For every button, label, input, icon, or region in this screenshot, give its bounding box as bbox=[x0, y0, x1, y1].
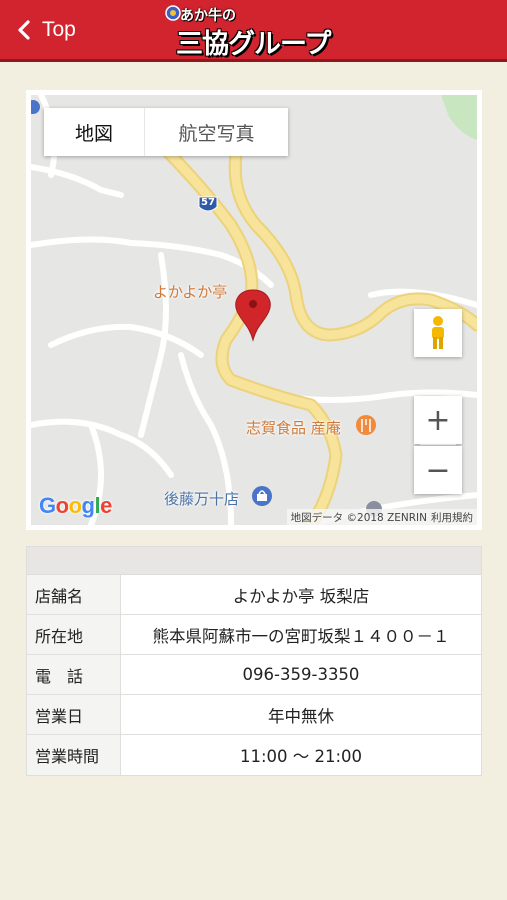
row-key: 営業時間 bbox=[27, 735, 121, 775]
zoom-in-button[interactable]: + bbox=[414, 396, 462, 444]
poi-food-label[interactable]: 志賀食品 産庵 bbox=[246, 417, 341, 438]
row-value: よかよか亭 坂梨店 bbox=[232, 586, 370, 606]
table-row-open-days: 営業日 年中無休 bbox=[27, 695, 481, 735]
table-row-phone: 電 話 096-359-3350 bbox=[27, 655, 481, 695]
plus-icon: + bbox=[425, 402, 451, 438]
map-type-control: 地図 航空写真 bbox=[44, 108, 288, 156]
brand-logo: あか牛の 三協グループ bbox=[160, 2, 350, 60]
google-logo[interactable]: Google bbox=[39, 493, 112, 519]
back-button[interactable]: Top bbox=[14, 12, 76, 48]
row-value: 年中無休 bbox=[268, 706, 334, 726]
restaurant-icon bbox=[356, 415, 376, 435]
phone-link[interactable]: 096-359-3350 bbox=[121, 655, 481, 694]
store-info-table: 店舗名 よかよか亭 坂梨店 所在地 熊本県阿蘇市一の宮町坂梨１４００－１ 電 話… bbox=[26, 546, 482, 776]
table-row-address: 所在地 熊本県阿蘇市一の宮町坂梨１４００－１ bbox=[27, 615, 481, 655]
pegman-icon bbox=[432, 316, 444, 349]
row-key: 電 話 bbox=[27, 655, 121, 694]
back-label: Top bbox=[42, 18, 76, 41]
map-attribution: 地図データ ©2018 ZENRIN 利用規約 bbox=[286, 509, 477, 525]
map-type-map-button[interactable]: 地図 bbox=[44, 108, 145, 156]
row-key: 店舗名 bbox=[27, 575, 121, 614]
row-value: 熊本県阿蘇市一の宮町坂梨１４００－１ bbox=[152, 626, 450, 646]
map-type-satellite-button[interactable]: 航空写真 bbox=[145, 108, 288, 156]
poi-shop-label[interactable]: 後藤万十店 bbox=[164, 488, 239, 509]
zoom-out-button[interactable]: − bbox=[414, 446, 462, 494]
attribution-text: 地図データ ©2018 ZENRIN bbox=[290, 512, 427, 524]
map-marker-icon bbox=[235, 289, 271, 342]
row-key: 所在地 bbox=[27, 615, 121, 654]
table-row-hours: 営業時間 11:00 〜 21:00 bbox=[27, 735, 481, 775]
zoom-divider bbox=[420, 444, 456, 445]
route-number: 57 bbox=[201, 197, 215, 208]
shopping-icon bbox=[252, 486, 272, 506]
table-row-name: 店舗名 よかよか亭 坂梨店 bbox=[27, 575, 481, 615]
map-roads bbox=[31, 95, 477, 525]
map-card: 57 地図 航空写真 よかよか亭 志賀食品 産庵 後藤万十店 + − Googl… bbox=[26, 90, 482, 530]
marker-label: よかよか亭 bbox=[153, 283, 228, 301]
logo-title: 三協グループ bbox=[176, 29, 331, 60]
chevron-left-icon bbox=[18, 20, 30, 40]
row-key: 営業日 bbox=[27, 695, 121, 734]
table-header bbox=[27, 547, 481, 575]
minus-icon: − bbox=[425, 452, 451, 488]
terms-link[interactable]: 利用規約 bbox=[431, 512, 473, 524]
google-map[interactable]: 57 地図 航空写真 よかよか亭 志賀食品 産庵 後藤万十店 + − Googl… bbox=[31, 95, 477, 525]
app-header: Top あか牛の 三協グループ bbox=[0, 0, 507, 62]
street-view-pegman[interactable] bbox=[414, 309, 462, 357]
row-value: 11:00 〜 21:00 bbox=[239, 747, 363, 766]
